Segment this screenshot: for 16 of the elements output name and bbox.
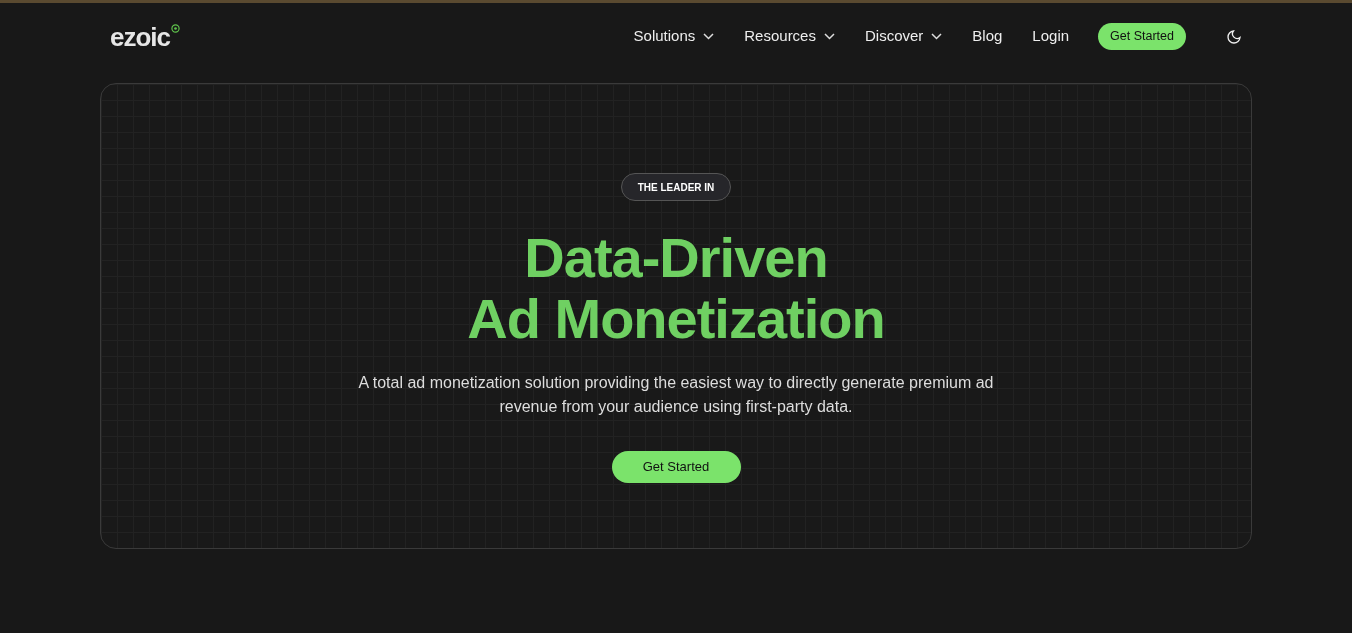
registered-icon bbox=[171, 23, 181, 33]
nav-link[interactable]: Resources bbox=[744, 25, 835, 48]
chevron-down-icon bbox=[703, 33, 715, 40]
hero-description: A total ad monetization solution providing the easiest way to directly generate premium ad revenue from your audience using first-party data. bbox=[357, 373, 995, 417]
badge: THE LEADER IN bbox=[620, 173, 732, 201]
nav-link[interactable]: Discover bbox=[864, 25, 943, 48]
moon-icon[interactable] bbox=[1226, 28, 1242, 45]
chevron-down-icon bbox=[931, 33, 943, 40]
hero-title: Data-Driven Ad Monetization bbox=[467, 227, 885, 349]
get-started-button[interactable]: Get Started bbox=[1098, 23, 1186, 50]
chevron-down-icon bbox=[823, 33, 835, 40]
nav-link[interactable]: Login bbox=[1032, 25, 1070, 48]
get-started-button[interactable]: Get Started bbox=[611, 451, 741, 483]
nav-link[interactable]: Solutions bbox=[633, 25, 715, 48]
nav-link[interactable]: Blog bbox=[972, 25, 1003, 48]
logo[interactable]: ezoic bbox=[110, 23, 171, 50]
